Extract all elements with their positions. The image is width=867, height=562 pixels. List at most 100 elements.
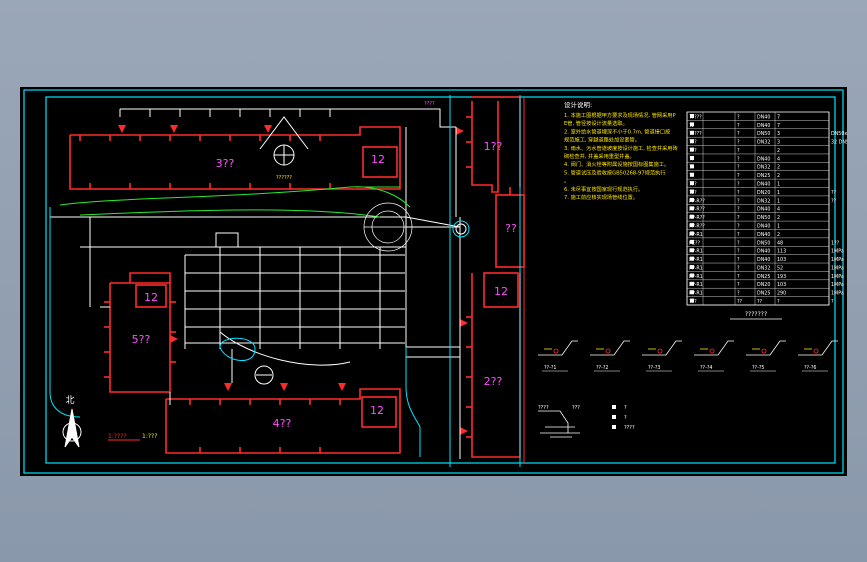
notes-line: 7. 施工前应核实现场管线位置。 — [564, 193, 638, 201]
table-cell: ? — [737, 274, 740, 280]
table-cell: DN40 — [757, 223, 770, 229]
table-cell: ? — [737, 249, 740, 255]
table-cell: DN32 — [757, 265, 770, 271]
pump-house — [215, 232, 239, 248]
table-cell: DN40 — [757, 249, 770, 255]
design-notes: 设计说明: 1. 本施工图根据甲方要求及现场情况, 管网采用PE管, 管径按设计… — [564, 100, 678, 201]
notes-line: 5. 管道试压及验收按GB50268-97规范执行 — [564, 168, 665, 176]
table-cell: 2 — [777, 232, 780, 238]
table-cell: ??? — [689, 299, 697, 305]
table-cell: 103 — [777, 257, 786, 263]
table-title: ??????? — [745, 311, 767, 318]
legend-label: ? — [624, 415, 627, 421]
building-4-floors: 12 — [370, 404, 384, 417]
notes-line: 2. 室外给水管道埋深不小于0.7m, 管道接口按 — [564, 127, 670, 135]
notes-line: 砌检查井, 井盖采用重型井盖。 — [564, 152, 635, 160]
detail-diagram — [538, 340, 578, 356]
table-cell: 2 — [777, 215, 780, 221]
table-cell: ?? — [689, 123, 695, 129]
table-cell: ??? — [689, 148, 697, 154]
table-cell: ? — [737, 240, 740, 246]
detail-diagrams: ??-?1 ??-?2 ??-?3 ??-?4 ??-?5 ??-?6 — [538, 340, 838, 372]
table-cell: DN50 — [757, 215, 770, 221]
table-cell: DN40 — [757, 257, 770, 263]
legend-swatch — [612, 405, 616, 409]
table-cell: DN40 — [757, 232, 770, 238]
table-cell: 48 — [777, 240, 783, 246]
cad-drawing: 3?? 12 1?? ?? 12 2?? 12 5?? 4?? 12 ?????… — [23, 89, 861, 474]
table-cell: DN32 — [757, 140, 770, 146]
detail-diagram — [590, 340, 630, 356]
table-cell: 52 — [777, 265, 783, 271]
table-cell: DN20 — [757, 282, 770, 288]
table-cell: 1 — [777, 182, 780, 188]
scale-sub: 1:??? — [142, 433, 157, 440]
notes-line: 规范施工, 穿越道路处加设套管。 — [564, 136, 640, 144]
building-3-label: 3?? — [216, 157, 235, 170]
table-cell: 1 — [777, 190, 780, 196]
building-2-label: 2?? — [484, 375, 503, 388]
cad-canvas[interactable]: 3?? 12 1?? ?? 12 2?? 12 5?? 4?? 12 ?????… — [20, 87, 861, 476]
table-cell: ??? — [689, 140, 697, 146]
table-cell: PE?? — [689, 240, 700, 246]
table-cell: PP-R1 — [689, 282, 703, 288]
table-cell: ? — [737, 114, 740, 120]
table-cell: 4 — [777, 207, 780, 213]
legend-swatch — [612, 415, 616, 419]
table-cell: DN20 — [757, 190, 770, 196]
table-cell: DN40 — [757, 182, 770, 188]
detail-node — [761, 348, 767, 354]
table-cell: 7 — [777, 123, 780, 129]
table-cell: ? — [737, 198, 740, 204]
notes-line: 1. 本施工图根据甲方要求及现场情况, 管网采用P — [564, 111, 676, 119]
table-cell: DN25 — [757, 274, 770, 280]
table-cell: 193 — [777, 274, 786, 280]
table-cell: ??? — [689, 182, 697, 188]
table-cell: DN50 — [757, 240, 770, 246]
table-cell: ? — [737, 282, 740, 288]
table-cell: ? — [737, 257, 740, 263]
material-table: ??????DN407???DN407??????DN503DN50x40???… — [686, 111, 861, 306]
table-cell: DN32 — [757, 198, 770, 204]
table-cell: ?? — [689, 156, 695, 162]
table-cell: ? — [737, 223, 740, 229]
table-cell: 103 — [777, 282, 786, 288]
table-cell: 4 — [777, 156, 780, 162]
table-cell: ?? — [737, 299, 743, 305]
table-cell: 1MPa — [831, 249, 844, 255]
table-cell: ? — [737, 182, 740, 188]
table-cell: 1MPa — [831, 274, 844, 280]
detail-node — [553, 348, 559, 354]
detail-diagram — [694, 340, 734, 356]
notes-line: 。 — [564, 179, 569, 185]
table-cell: 290 — [777, 291, 786, 297]
scale-label: 1:???? — [108, 433, 127, 440]
table-cell: 1MPa — [831, 291, 844, 297]
table-cell: ????? — [689, 114, 702, 120]
table-cell: ? — [737, 232, 740, 238]
building-center-label: ?? — [505, 222, 517, 235]
table-cell: 113 — [777, 249, 786, 255]
table-cell: ? — [737, 148, 740, 154]
table-cell: PP-R1 — [689, 291, 703, 297]
table-cell: ? — [737, 190, 740, 196]
table-cell: ?? — [757, 299, 763, 305]
table-cell: DN40 — [757, 123, 770, 129]
notes-line: 3. 雨水、污水管道坡度按设计施工, 检查井采用砖 — [564, 144, 678, 152]
detail-diagram — [746, 340, 786, 356]
table-cell: 2 — [777, 165, 780, 171]
road-label: ???? — [424, 101, 435, 107]
table-cell: PP-R1 — [689, 249, 703, 255]
circular-plaza — [363, 202, 413, 252]
table-cell: ?? — [689, 173, 695, 179]
table-cell: ? — [737, 123, 740, 129]
table-cell: 1?? — [831, 240, 840, 246]
table-cell: DN25 — [757, 173, 770, 179]
notes-line: E管, 管径按设计流量选取。 — [564, 119, 628, 127]
legend-label: ???? — [624, 425, 635, 431]
detail-node — [813, 348, 819, 354]
table-cell: ????? — [689, 131, 702, 137]
table-cell: ? — [831, 299, 834, 305]
table-cell: 1MPa — [831, 282, 844, 288]
table-cell: ? — [777, 299, 780, 305]
